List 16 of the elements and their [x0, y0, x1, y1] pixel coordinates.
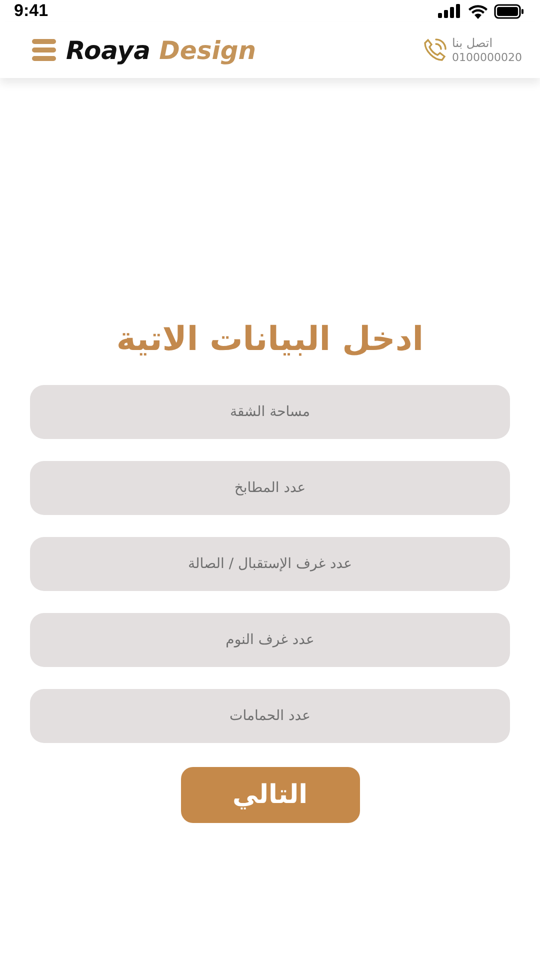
status-time: 9:41 — [14, 1, 48, 21]
wifi-icon — [468, 4, 488, 18]
battery-icon — [494, 4, 524, 18]
input-field[interactable]: عدد غرف النوم — [30, 612, 510, 667]
signal-icon — [438, 4, 462, 18]
input-field[interactable]: مساحة الشقة — [30, 384, 510, 439]
contact-phone[interactable]: 0100000020 — [452, 50, 522, 64]
next-button[interactable]: التالي — [180, 766, 360, 823]
logo: Roaya Design — [66, 36, 256, 64]
input-field[interactable]: عدد الحمامات — [30, 688, 510, 743]
input-field[interactable]: عدد غرف الإستقبال / الصالة — [30, 536, 510, 591]
contact-label: اتصل بنا — [452, 36, 493, 50]
menu-icon[interactable] — [32, 39, 56, 61]
phone-icon[interactable] — [422, 37, 448, 63]
form-title: ادخل البيانات الاتية — [116, 318, 424, 360]
input-field[interactable]: عدد المطابخ — [30, 460, 510, 515]
